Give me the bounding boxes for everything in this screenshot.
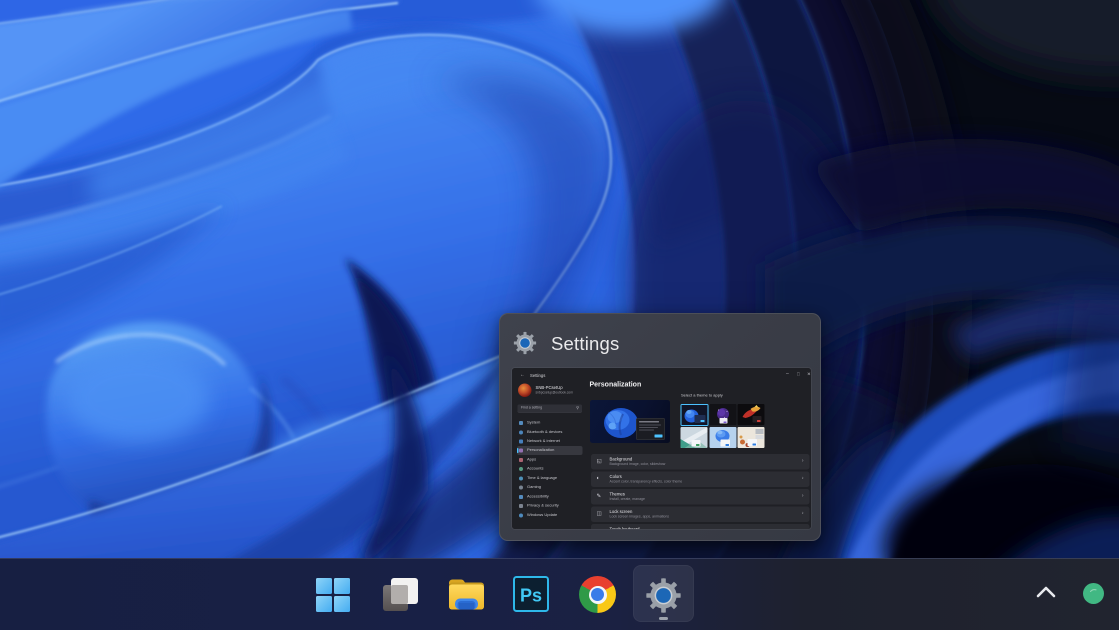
svg-text:Ps: Ps xyxy=(520,586,542,606)
